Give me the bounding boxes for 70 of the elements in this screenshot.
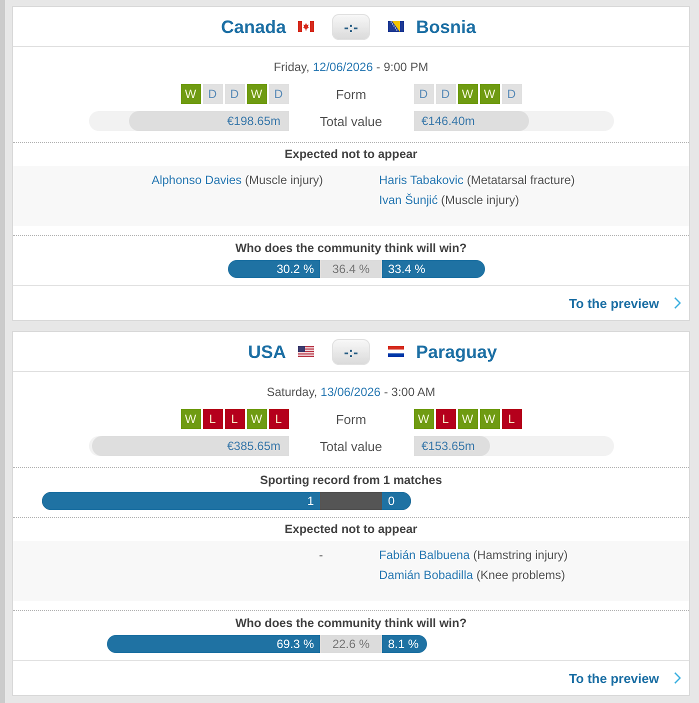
market-value-bar: €198.65m (128, 111, 288, 131)
player-link[interactable]: Haris Tabakovic (379, 173, 464, 187)
form-label: Form (336, 86, 366, 102)
form-result-badge: L (502, 409, 522, 429)
kickoff-date: Saturday, 13/06/2026 - 3:00 AM (266, 384, 436, 400)
form-result-badge: W (246, 84, 266, 104)
market-value-bar: €385.65m (92, 436, 288, 456)
absence-entry: Alphonso Davies (Muscle injury) (152, 172, 323, 189)
form-result-badge: L (202, 409, 222, 429)
form-result-badge: D (436, 84, 456, 104)
form-label: Form (336, 412, 366, 426)
draw-share-label: 22.6 % (332, 636, 370, 653)
form-result-badge: L (436, 409, 456, 429)
date-link[interactable]: 12/06/2026 (312, 60, 373, 74)
away-share-fill: 33.4 % (382, 260, 486, 278)
form-result-badge: D (202, 84, 222, 104)
date-link[interactable]: 13/06/2026 (320, 385, 381, 399)
form-result-badge: D (268, 84, 288, 104)
form-result-badge: W (180, 409, 200, 429)
form-result-badge: W (458, 84, 478, 104)
absence-entry: Fabián Balbuena (Hamstring injury) (379, 547, 568, 564)
chevron-right-icon (674, 672, 681, 684)
market-value-bar: €153.65m (414, 436, 490, 456)
form-result-badge: W (414, 409, 434, 429)
player-link[interactable]: Ivan Šunjić (379, 193, 438, 207)
home-share-fill: 69.3 % (107, 635, 320, 653)
score-button[interactable]: -:- (332, 14, 370, 40)
player-link[interactable]: Alphonso Davies (152, 173, 242, 187)
market-value-bar: €146.40m (414, 111, 528, 131)
home-share-fill: 30.2 % (228, 260, 320, 278)
home-share-fill: 1 (42, 492, 320, 510)
team-name[interactable]: Canada (220, 16, 286, 38)
form-result-badge: W (458, 409, 478, 429)
absences-title: Expected not to appear (284, 147, 418, 161)
player-link[interactable]: Fabián Balbuena (379, 548, 470, 562)
form-result-badge: D (414, 84, 434, 104)
form-result-badge: L (224, 409, 244, 429)
absence-entry: Haris Tabakovic (Metatarsal fracture) (379, 172, 575, 189)
preview-link[interactable]: To the preview (568, 670, 681, 686)
player-link[interactable]: Damián Bobadilla (379, 568, 474, 582)
away-share-fill: 0 (382, 492, 412, 510)
absence-entry: Damián Bobadilla (Knee problems) (379, 567, 566, 584)
form-result-badge: W (180, 84, 200, 104)
form-result-badge: W (480, 84, 500, 104)
total-value-label: Total value (320, 438, 382, 454)
team-name[interactable]: USA (248, 340, 286, 362)
draw-share-label: 36.4 % (332, 261, 370, 278)
record-title: Sporting record from 1 matches (258, 473, 444, 487)
team-name[interactable]: Bosnia (416, 16, 476, 38)
away-share-fill: 8.1 % (382, 635, 428, 653)
flag-icon (388, 346, 404, 357)
total-value-label: Total value (320, 114, 382, 128)
form-result-badge: L (268, 409, 288, 429)
kickoff-date: Friday, 12/06/2026 - 9:00 PM (274, 59, 428, 75)
team-name[interactable]: Paraguay (416, 340, 498, 362)
absences-title: Expected not to appear (284, 522, 418, 536)
chevron-right-icon (674, 297, 681, 309)
community-title: Who does the community think will win? (234, 616, 468, 630)
form-result-badge: D (224, 84, 244, 104)
flag-icon (388, 21, 404, 32)
flag-icon (298, 21, 314, 32)
community-title: Who does the community think will win? (234, 241, 468, 255)
form-result-badge: W (246, 409, 266, 429)
preview-link[interactable]: To the preview (568, 296, 681, 310)
no-absence-mark: - (319, 547, 323, 564)
score-button[interactable]: -:- (332, 338, 370, 364)
absence-entry: Ivan Šunjić (Muscle injury) (379, 192, 520, 209)
form-result-badge: D (502, 84, 522, 104)
flag-icon (298, 346, 314, 357)
form-result-badge: W (480, 409, 500, 429)
